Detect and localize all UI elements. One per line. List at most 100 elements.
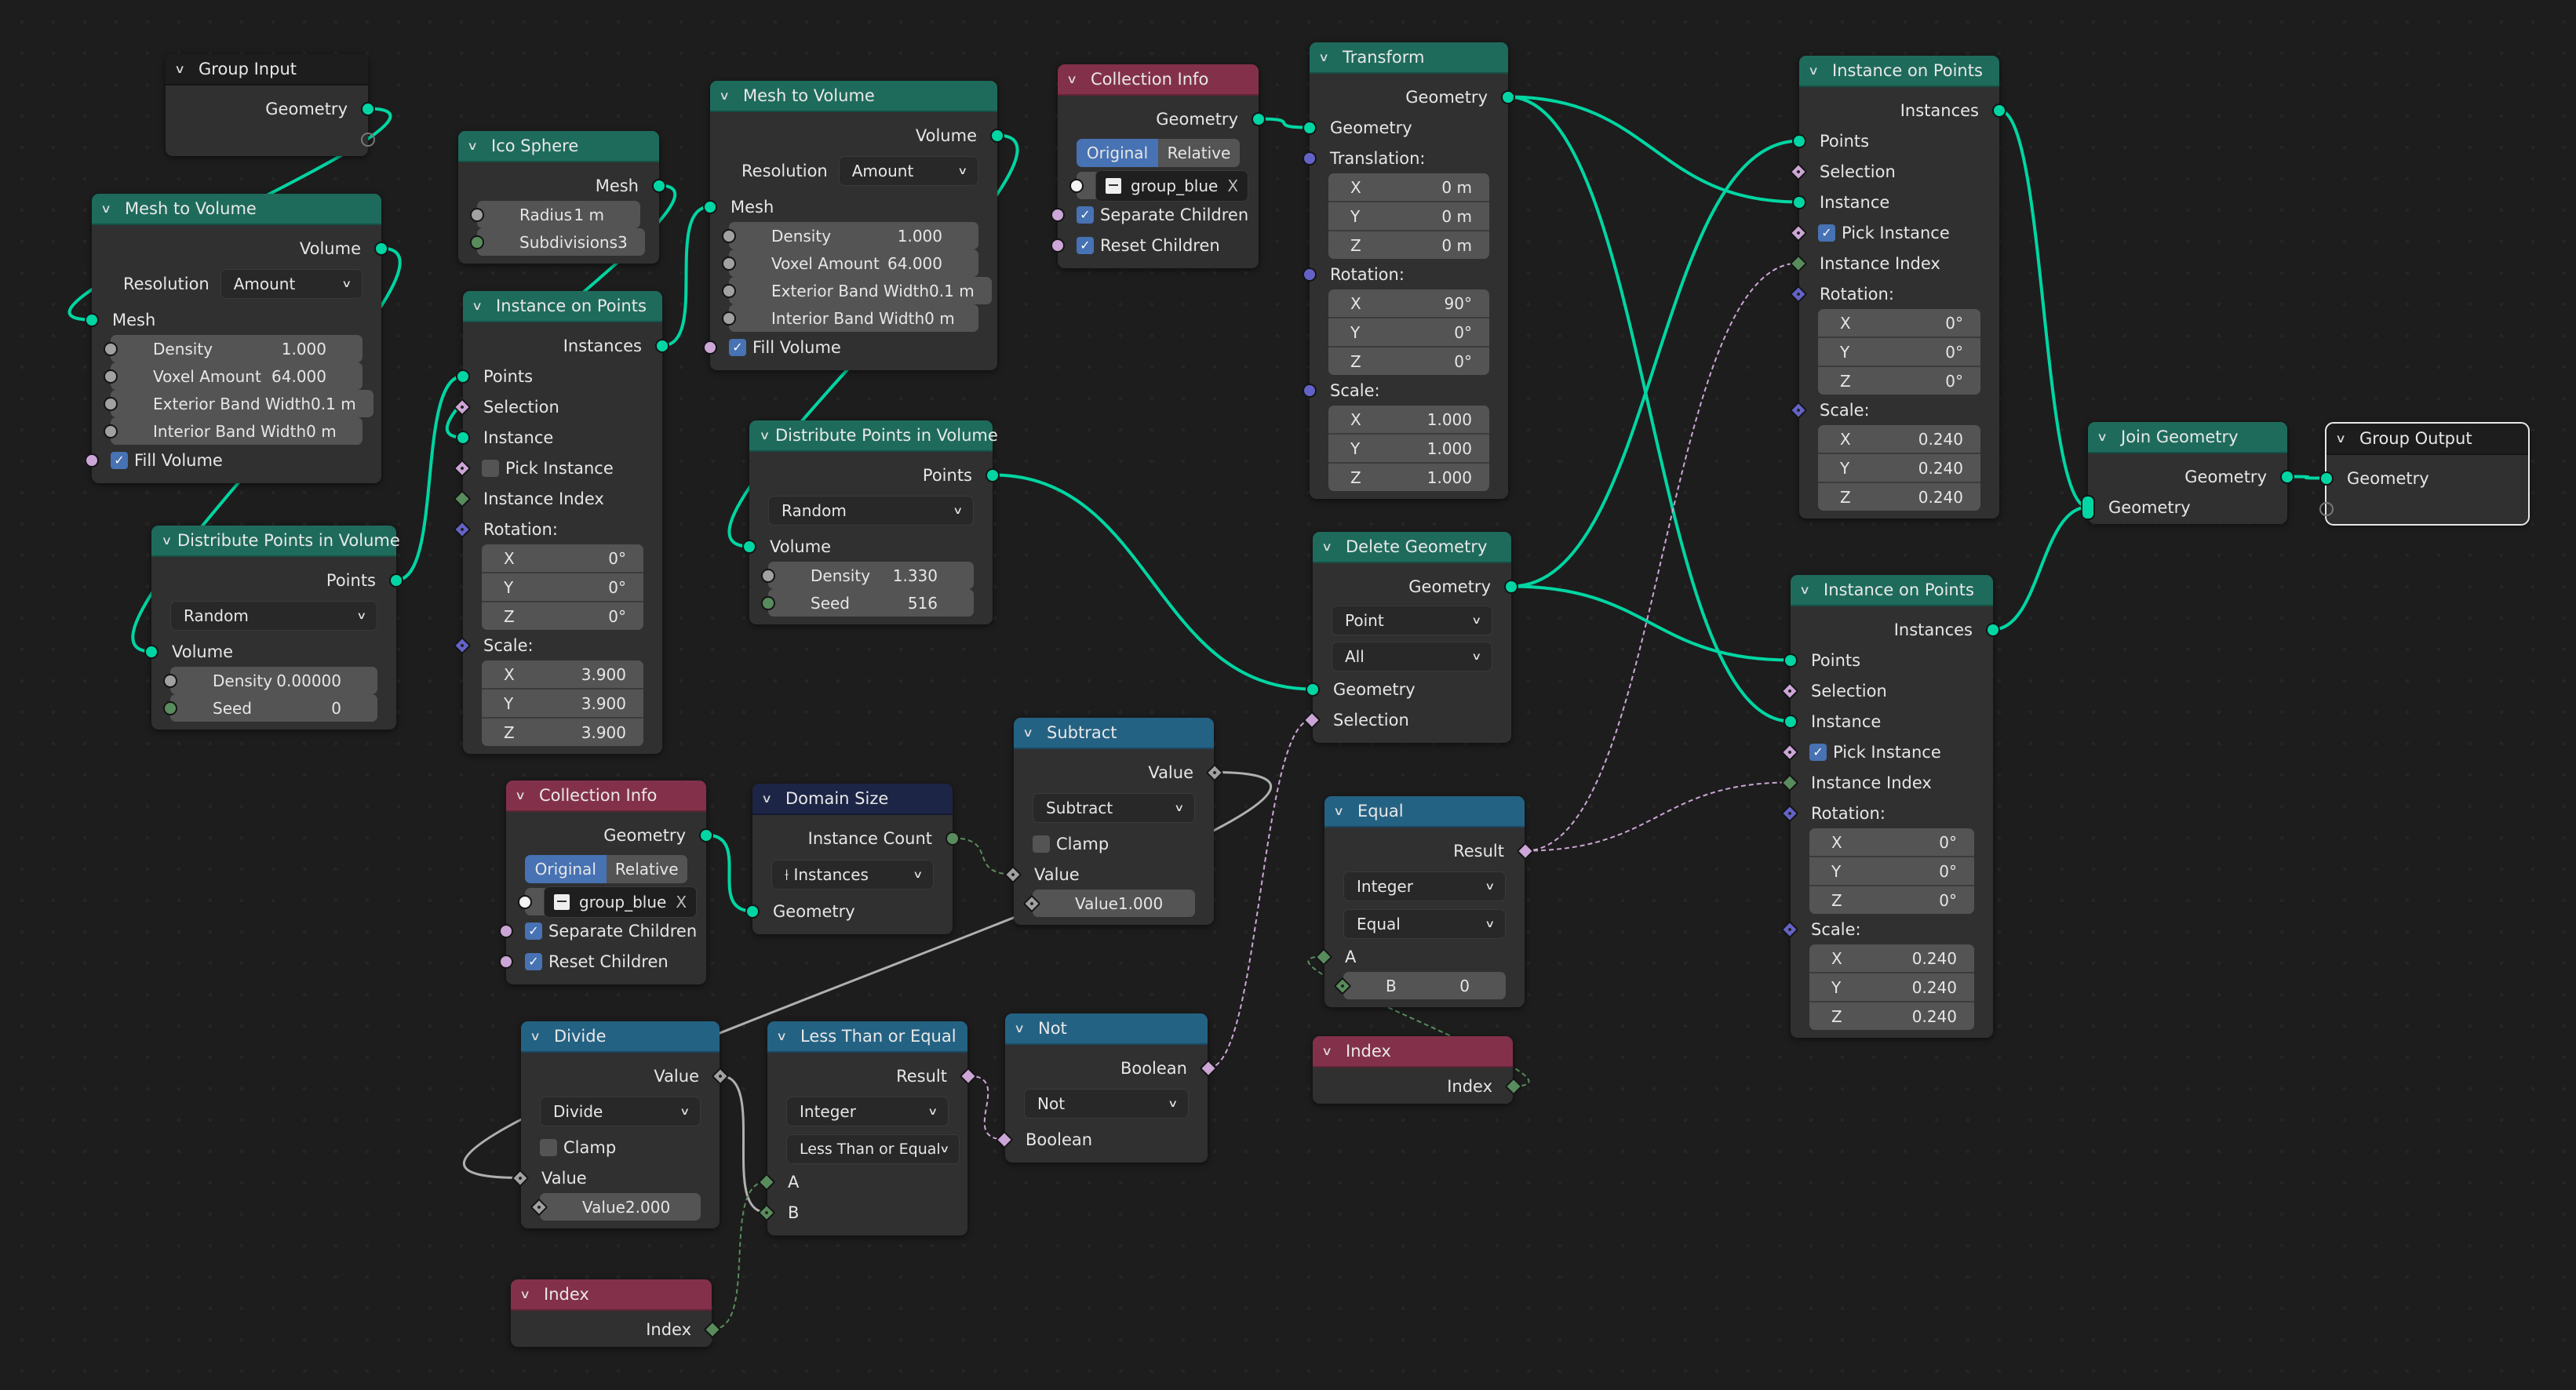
value-field[interactable]: Value 2.000 xyxy=(559,1193,688,1221)
geometry-input-socket[interactable] xyxy=(1303,120,1317,135)
exterior-band-width-field[interactable]: Exterior Band Width 0.1 m xyxy=(129,390,373,417)
geometry-output-socket[interactable] xyxy=(361,101,375,116)
clamp-checkbox[interactable] xyxy=(540,1138,557,1156)
collapse-chevron-icon[interactable]: ∨ xyxy=(1321,540,1342,554)
node-header[interactable]: ∨ Index xyxy=(1313,1036,1513,1068)
geometry-output-socket[interactable] xyxy=(1504,579,1518,594)
float-input-socket[interactable] xyxy=(163,673,177,688)
mesh-input-socket[interactable] xyxy=(703,199,717,214)
points-output-socket[interactable] xyxy=(986,468,1000,482)
mode-dropdown[interactable]: All ∨ xyxy=(1332,642,1492,671)
axis-value[interactable]: 0 m xyxy=(1441,178,1472,197)
density-field[interactable]: Density 0.00000 xyxy=(189,667,359,694)
axis-value[interactable]: 0° xyxy=(1939,891,1957,910)
relative-option[interactable]: Relative xyxy=(1158,139,1240,167)
node-header[interactable]: ∨ Domain Size xyxy=(752,784,953,815)
axis-value[interactable]: 0° xyxy=(1454,352,1472,371)
collapse-chevron-icon[interactable]: ∨ xyxy=(161,533,172,548)
node-distribute-points-in-volume[interactable]: ∨ Distribute Points in Volume Points Rand… xyxy=(144,526,403,730)
pick-instance-checkbox[interactable]: ✓ xyxy=(1818,224,1835,242)
node-math-divide[interactable]: ∨ Divide Value Divide ∨ Clamp Value Value 2… xyxy=(511,1021,730,1228)
collapse-chevron-icon[interactable]: ∨ xyxy=(776,1029,796,1043)
instance-input-socket[interactable] xyxy=(1784,714,1798,729)
compare-mode-dropdown[interactable]: Less Than or Equal ∨ xyxy=(786,1134,960,1164)
collapse-chevron-icon[interactable]: ∨ xyxy=(759,428,770,442)
node-mesh-to-volume[interactable]: ∨ Mesh to Volume Volume Resolution Amount ∨… xyxy=(85,194,388,483)
axis-value[interactable]: 0° xyxy=(1945,343,1963,362)
axis-value[interactable]: 0° xyxy=(608,549,626,568)
interior-band-width-field[interactable]: Interior Band Width 0 m xyxy=(129,417,354,445)
compare-mode-dropdown[interactable]: Equal ∨ xyxy=(1343,909,1506,939)
seed-field[interactable]: Seed 516 xyxy=(787,589,955,617)
operation-dropdown[interactable]: Subtract ∨ xyxy=(1033,793,1195,823)
collapse-chevron-icon[interactable]: ∨ xyxy=(1321,1044,1342,1058)
integer-input-socket[interactable] xyxy=(761,595,775,610)
scale-vector-field[interactable]: X 0.240 Y 0.240 Z 0.240 xyxy=(1809,944,1974,1030)
node-header[interactable]: ∨ Not xyxy=(1005,1013,1208,1045)
axis-value[interactable]: 0.240 xyxy=(1918,459,1963,478)
node-header[interactable]: ∨ Mesh to Volume xyxy=(710,81,997,112)
points-input-socket[interactable] xyxy=(1784,653,1798,668)
distribute-mode-dropdown[interactable]: Random ∨ xyxy=(170,601,377,631)
axis-value[interactable]: 1.000 xyxy=(1427,439,1472,458)
vector-input-socket[interactable] xyxy=(1303,267,1317,282)
collapse-chevron-icon[interactable]: ∨ xyxy=(1318,50,1339,64)
node-header[interactable]: ∨ Index xyxy=(511,1279,712,1311)
node-header[interactable]: ∨ Subtract xyxy=(1014,718,1214,749)
geometry-output-socket[interactable] xyxy=(2280,469,2294,484)
axis-value[interactable]: 3.900 xyxy=(581,694,626,713)
node-header[interactable]: ∨ Instance on Points xyxy=(463,291,662,322)
node-index[interactable]: ∨ Index Index xyxy=(1313,1036,1523,1104)
exterior-band-width-field[interactable]: Exterior Band Width 0.1 m xyxy=(748,277,992,304)
float-input-socket[interactable] xyxy=(761,568,775,583)
collection-selector[interactable]: group_blue X xyxy=(1095,169,1249,202)
axis-value[interactable]: 0 m xyxy=(1441,236,1472,255)
collapse-chevron-icon[interactable]: ∨ xyxy=(174,62,195,76)
node-header[interactable]: ∨ Divide xyxy=(521,1021,720,1053)
node-header[interactable]: ∨ Mesh to Volume xyxy=(92,194,381,225)
axis-value[interactable]: 0° xyxy=(608,607,626,626)
interior-band-width-field[interactable]: Interior Band Width 0 m xyxy=(748,304,972,332)
collapse-chevron-icon[interactable]: ∨ xyxy=(472,299,492,313)
axis-value[interactable]: 3.900 xyxy=(581,665,626,684)
rotation-vector-field[interactable]: X 0° Y 0° Z 0° xyxy=(1818,309,1980,395)
float-input-socket[interactable] xyxy=(722,283,736,298)
operation-dropdown[interactable]: Not ∨ xyxy=(1024,1089,1189,1119)
node-index[interactable]: ∨ Index Index xyxy=(511,1279,722,1347)
collapse-chevron-icon[interactable]: ∨ xyxy=(467,139,487,153)
node-header[interactable]: ∨ Distribute Points in Volume xyxy=(151,526,400,557)
collapse-chevron-icon[interactable]: ∨ xyxy=(1333,804,1354,818)
axis-value[interactable]: 90° xyxy=(1445,294,1472,313)
node-transform[interactable]: ∨ Transform Geometry Geometry Translation… xyxy=(1303,42,1515,499)
boolean-input-socket[interactable] xyxy=(703,340,717,355)
data-type-dropdown[interactable]: Integer ∨ xyxy=(1343,871,1506,901)
collapse-chevron-icon[interactable]: ∨ xyxy=(519,1287,540,1301)
density-field[interactable]: Density 1.000 xyxy=(748,222,960,249)
float-input-socket[interactable] xyxy=(722,228,736,243)
axis-value[interactable]: 0° xyxy=(1454,323,1472,342)
float-input-socket[interactable] xyxy=(104,341,118,356)
node-boolean-not[interactable]: ∨ Not Boolean Not ∨ Boolean xyxy=(995,1013,1218,1163)
volume-output-socket[interactable] xyxy=(990,128,1004,143)
boolean-input-socket[interactable] xyxy=(1051,238,1065,253)
transform-space-toggle[interactable]: Original Relative xyxy=(1077,139,1240,167)
collapse-chevron-icon[interactable]: ∨ xyxy=(761,791,782,806)
node-header[interactable]: ∨ Transform xyxy=(1310,42,1508,74)
density-field[interactable]: Density 1.330 xyxy=(787,562,955,589)
node-header[interactable]: ∨ Group Input xyxy=(166,54,368,86)
node-delete-geometry[interactable]: ∨ Delete Geometry Geometry Point ∨ All ∨ Ge… xyxy=(1303,532,1518,743)
operation-dropdown[interactable]: Divide ∨ xyxy=(540,1097,701,1126)
component-dropdown[interactable]: ⟊ Instances ∨ xyxy=(771,860,934,890)
collapse-chevron-icon[interactable]: ∨ xyxy=(1014,1021,1034,1035)
density-field[interactable]: Density 1.000 xyxy=(129,335,344,362)
geometry-input-socket[interactable] xyxy=(745,904,760,919)
geometry-output-socket[interactable] xyxy=(1252,111,1266,126)
node-ico-sphere[interactable]: ∨ Ico Sphere Mesh Radius 1 m Subdivisions 3 xyxy=(458,131,666,264)
scale-vector-field[interactable]: X 1.000 Y 1.000 Z 1.000 xyxy=(1328,406,1489,491)
node-collection-info[interactable]: ∨ Collection Info Geometry Original Relati… xyxy=(499,781,713,984)
collection-input-socket[interactable] xyxy=(1069,178,1084,193)
axis-value[interactable]: 1.000 xyxy=(1427,410,1472,429)
node-header[interactable]: ∨ Collection Info xyxy=(1058,64,1259,96)
instances-output-socket[interactable] xyxy=(1986,622,2000,637)
axis-value[interactable]: 1.000 xyxy=(1427,468,1472,487)
